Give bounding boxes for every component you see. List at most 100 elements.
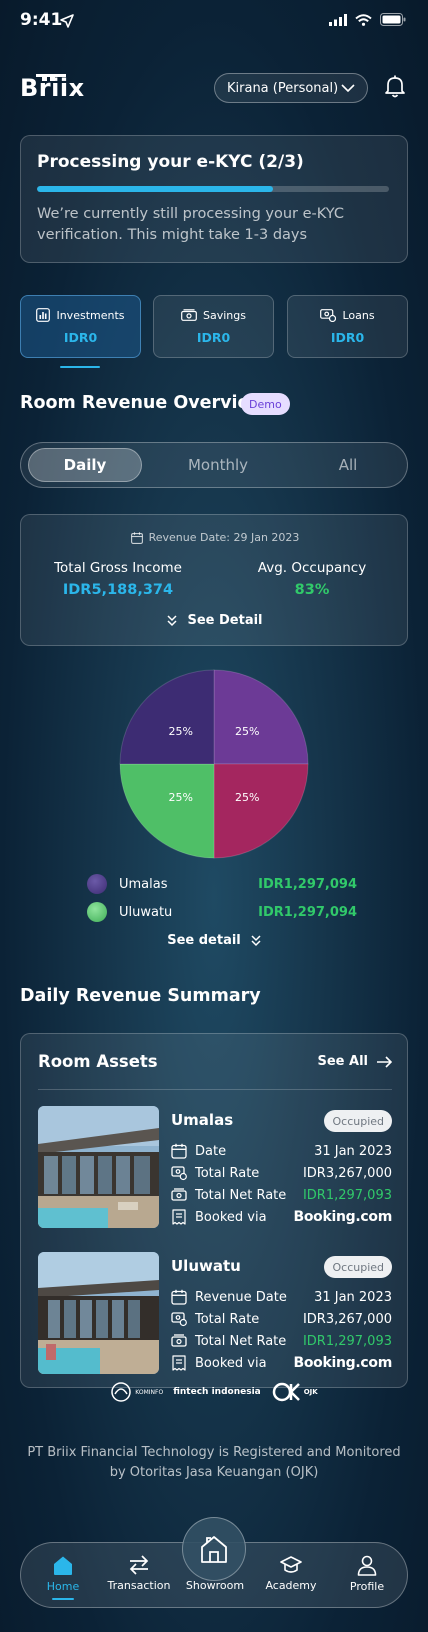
kominfo-icon [111,1382,132,1402]
asset-row-total-rate: Total Rate IDR3,267,000 [171,1310,392,1328]
money-icon [171,1188,187,1201]
kominfo-text: KOMINFO [135,1388,164,1396]
assets-header: Room Assets See All [38,1052,392,1071]
tile-label: Investments [56,308,125,322]
status-badge: Occupied [324,1256,392,1278]
location-arrow-icon [60,14,74,28]
battery-icon [380,13,406,26]
row-value: 31 Jan 2023 [314,1289,392,1305]
money-icon [181,309,197,321]
tab-monthly[interactable]: Monthly [161,448,275,482]
calendar-icon [130,531,143,544]
see-detail-button[interactable]: See Detail [21,613,409,628]
nav-home[interactable]: Home [25,1555,101,1600]
see-all-label: See All [317,1054,369,1069]
status-icons [329,13,406,26]
signal-icon [329,13,347,26]
graduation-cap-icon [280,1556,302,1573]
row-label: Total Net Rate [195,1333,287,1349]
row-value: IDR3,267,000 [302,1165,392,1181]
ojk-text: OJK [303,1388,318,1396]
asset-item-uluwatu[interactable]: Uluwatu Occupied Revenue Date 31 Jan 202… [38,1252,392,1374]
revenue-date: Revenue Date: 29 Jan 2023 [21,531,409,544]
asset-row-booked-via: Booked via Booking.com [171,1354,392,1372]
calendar-icon [171,1289,187,1305]
loan-icon [320,308,337,322]
asset-row-total-rate: Total Rate IDR3,267,000 [171,1164,392,1182]
row-value: 31 Jan 2023 [314,1143,392,1159]
showroom-button[interactable] [182,1517,246,1581]
logo-dots-icon [36,74,66,81]
pie-see-detail-label: See detail [167,933,241,948]
tile-loans[interactable]: Loans IDR0 [287,295,408,358]
transfer-icon [129,1555,149,1575]
assets-title: Room Assets [38,1052,158,1071]
pie-slice [213,669,309,765]
fintech-logo: fintech indonesia [173,1386,261,1397]
tile-savings[interactable]: Savings IDR0 [153,295,274,358]
asset-row-net-rate: Total Net Rate IDR1,297,093 [171,1332,392,1350]
villa-photo [38,1106,159,1228]
account-selector[interactable]: Kirana (Personal) [214,73,368,103]
tile-value: IDR0 [63,330,98,345]
asset-row-net-rate: Total Net Rate IDR1,297,093 [171,1186,392,1204]
account-name: Kirana (Personal) [227,80,339,96]
bell-icon[interactable] [383,74,407,99]
row-value: IDR3,267,000 [302,1311,392,1327]
nav-transaction[interactable]: Transaction [101,1555,177,1592]
see-all-button[interactable]: See All [317,1054,392,1069]
regulatory-notice: PT Briix Financial Technology is Registe… [27,1445,401,1480]
row-label: Booked via [195,1209,267,1225]
row-label: Total Rate [195,1165,260,1181]
calendar-icon [171,1143,187,1159]
booking-logo: Booking.com [293,1355,392,1371]
booking-logo: Booking.com [293,1209,392,1225]
pie-slice-label: 25% [235,791,259,804]
pie-see-detail-button[interactable]: See detail [0,933,428,948]
kyc-description: We’re currently still processing your e-… [37,206,344,243]
tile-value: IDR0 [330,329,365,345]
nav-label: Home [46,1580,80,1593]
pie-slice [213,763,309,859]
kyc-progress-fill [37,186,273,192]
gross-income: Total Gross Income IDR5,188,374 [21,560,215,598]
money-icon [171,1334,187,1347]
chevron-down-icon [341,84,355,92]
status-bar: 9:41 [0,0,428,44]
profile-icon [357,1555,377,1576]
ojk-icon [272,1382,300,1402]
tab-daily[interactable]: Daily [28,448,142,482]
asset-name: Umalas [171,1111,234,1129]
nav-academy[interactable]: Academy [253,1555,329,1592]
kominfo-logo: KOMINFO [110,1381,163,1403]
nav-profile[interactable]: Profile [329,1555,405,1593]
home-icon [54,1556,72,1575]
tab-all[interactable]: All [291,448,405,482]
row-value: IDR1,297,093 [302,1333,392,1349]
legend-swatch [87,902,107,922]
row-label: Date [195,1143,227,1159]
nav-label: Academy [265,1579,317,1592]
period-segmented-control: Daily Monthly All [20,442,408,488]
occupancy-value: 83% [294,582,330,598]
pie-slice [119,669,215,765]
tile-value: IDR0 [196,329,231,345]
row-label: Total Net Rate [195,1187,287,1203]
legend-value: IDR1,297,094 [258,904,357,920]
asset-name: Uluwatu [171,1257,241,1275]
loan-icon [171,1312,187,1327]
kyc-progress-bar [37,186,389,192]
fintech-text: fintech indonesia [173,1386,261,1397]
tile-investments[interactable]: Investments IDR0 [20,295,141,358]
asset-row-booked-via: Booked via Booking.com [171,1208,392,1226]
wifi-icon [355,13,372,26]
gross-income-value: IDR5,188,374 [62,582,174,598]
villa-image [38,1106,159,1228]
asset-row-date: Date 31 Jan 2023 [171,1142,392,1160]
asset-row-date: Revenue Date 31 Jan 2023 [171,1288,392,1306]
villa-photo [38,1252,159,1374]
pie-slice-label: 25% [169,725,193,738]
active-nav-indicator [52,1598,74,1600]
pie-slice-label: 25% [169,791,193,804]
asset-item-umalas[interactable]: Umalas Occupied Date 31 Jan 2023 Total R… [38,1106,392,1228]
